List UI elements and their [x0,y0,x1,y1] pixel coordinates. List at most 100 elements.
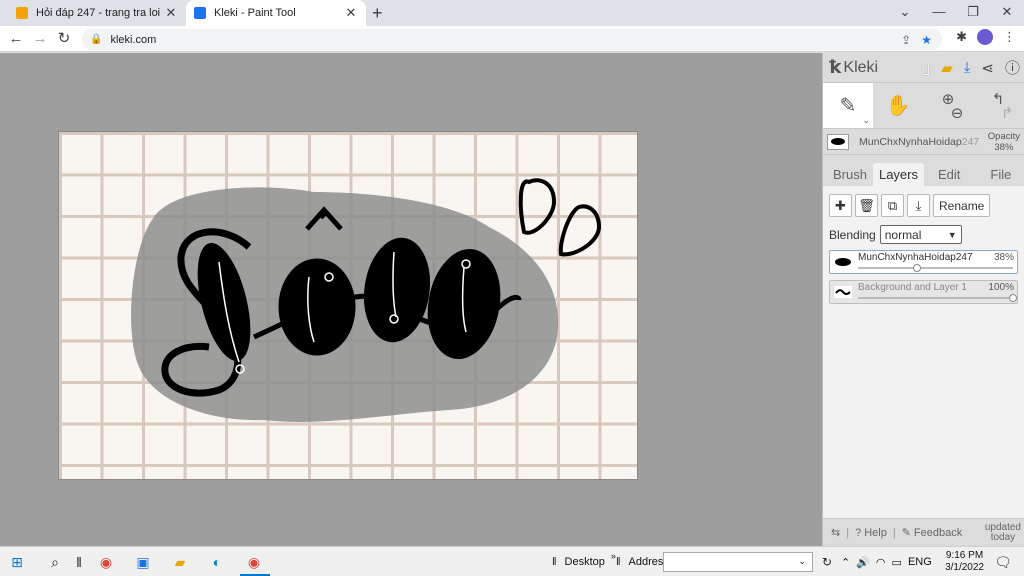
wifi-icon[interactable]: ◠ [876,556,886,569]
tab-search-chevron-icon[interactable]: ⌄ [888,0,922,26]
layer-name: Background and Layer 1 [858,282,967,293]
notifications-icon[interactable]: 🗨 [992,551,1014,573]
chevron-down-icon[interactable]: ⌄ [862,115,870,126]
zoom-tools: ⊕ ⊖ [923,83,973,128]
slider-knob[interactable] [912,264,921,272]
duplicate-icon: ⧉ [887,197,898,213]
address-toolbar: ‖ Address [616,556,669,568]
layer-opacity-slider[interactable] [858,294,1017,302]
layer-actions: ✚ 🗑 ⧉ ⤓ Rename [823,194,1024,217]
tab-kleki[interactable]: Kleki - Paint Tool ✕ [186,0,366,26]
chevron-down-icon[interactable]: ⌄ [798,556,806,567]
windows-start-icon[interactable]: ⊞ [6,551,28,573]
panel-footer: ⇆ | ? Help | ✎ Feedback updated today [823,518,1024,546]
blending-label: Blending [829,227,876,242]
close-icon[interactable]: ✕ [164,5,178,21]
slider-knob[interactable] [1009,294,1017,302]
share-icon[interactable]: ⋖ [981,59,994,77]
opacity-readout[interactable]: Opacity 38% [988,131,1024,153]
delete-layer-button[interactable]: 🗑 [855,194,878,217]
zoom-out-icon[interactable]: ⊖ [951,104,964,122]
trash-icon: 🗑 [858,197,875,213]
swap-sides-icon[interactable]: ⇆ [831,526,840,539]
duplicate-layer-button[interactable]: ⧉ [881,194,904,217]
help-circle-icon[interactable]: ⓘ [1005,57,1020,78]
share-icon[interactable]: ⇪ [901,33,911,47]
download-icon[interactable]: ⤓ [964,59,971,76]
close-icon[interactable]: ✕ [344,5,358,21]
taskbar-clock[interactable]: 9:16 PM 3/1/2022 [945,550,984,574]
blending-select[interactable]: normal ▼ [879,225,962,244]
arrow-left-icon[interactable]: ← [6,29,26,49]
kleki-favicon-icon [194,7,206,19]
lock-icon[interactable]: 🔒 [90,34,102,45]
url-text: kleki.com [110,33,157,46]
system-tray: ⌃ 🔊 ◠ ▭ ENG [841,547,932,576]
clock-time: 9:16 PM [945,550,984,561]
close-window-icon[interactable]: ✕ [990,0,1024,26]
battery-icon[interactable]: ▭ [892,556,902,569]
tool-row: ✎ ⌄ ✋ ⊕ ⊖ ↰ ↱ [823,83,1024,129]
language-indicator[interactable]: ENG [908,556,932,568]
layer-item[interactable]: Background and Layer 1 100% [829,280,1018,304]
merge-down-icon: ⤓ [915,197,922,213]
layer-item[interactable]: MunChxNynhaHoidap247 38% [829,250,1018,274]
folder-open-icon[interactable]: ▰ [941,59,953,77]
task-view-icon[interactable]: ‖ [68,551,90,573]
layer-thumbnail [834,286,852,298]
tab-brush[interactable]: Brush [827,163,873,186]
hoidap-favicon-icon [16,7,28,19]
desktop-toolbar[interactable]: ‖ Desktop » [552,547,616,576]
new-file-icon[interactable]: ▯ [922,59,930,77]
star-icon[interactable]: ★ [921,33,932,47]
opacity-value: 38% [994,141,1014,153]
drawing-canvas[interactable] [58,131,638,480]
hand-tool[interactable]: ✋ [873,83,923,128]
taskbar-address-input[interactable]: ⌄ [663,552,813,572]
kleki-logo[interactable]: ꝁ Kleki [829,57,878,78]
add-layer-button[interactable]: ✚ [829,194,852,217]
chevron-down-icon: ▼ [947,229,957,240]
layer-thumbnail [835,258,851,266]
chrome-icon[interactable]: ◉ [95,551,117,573]
tab-file[interactable]: File [984,163,1017,186]
kleki-header: ꝁ Kleki ▯ ▰ ⤓ ⋖ ⓘ [823,53,1024,83]
address-bar[interactable]: 🔒 kleki.com ⇪ ★ [82,29,942,50]
profile-avatar[interactable] [977,29,993,45]
new-tab-plus-icon[interactable]: + [372,4,383,22]
file-explorer-icon[interactable]: ▰ [169,551,191,573]
restore-icon[interactable]: ❐ [956,0,990,26]
puzzle-icon[interactable]: ✱ [956,29,967,45]
kleki-side-panel: ꝁ Kleki ▯ ▰ ⤓ ⋖ ⓘ ✎ ⌄ ✋ ⊕ ⊖ ↰ ↱ MunChxNy… [822,53,1024,546]
kebab-menu-icon[interactable]: ⋮ [1003,29,1016,45]
minimize-icon[interactable]: — [922,0,956,26]
updated-note[interactable]: updated today [985,522,1024,543]
layer-opacity-slider[interactable] [858,264,1013,272]
plus-icon: ✚ [835,197,846,213]
canvas-artwork [59,132,637,479]
layer-thumbnail [827,133,849,150]
tab-layers[interactable]: Layers [872,163,924,186]
layer-opacity: 100% [988,282,1014,293]
layers-panel: ✚ 🗑 ⧉ ⤓ Rename Blending normal ▼ MunChxN… [823,186,1024,542]
tab-edit[interactable]: Edit [932,163,966,186]
chrome-active-icon[interactable]: ◉ [243,551,265,573]
store-icon[interactable]: ▣ [132,551,154,573]
history-tools: ↰ ↱ [973,83,1023,128]
refresh-icon[interactable]: ↻ [816,551,838,573]
brush-tool[interactable]: ✎ ⌄ [823,83,873,128]
feedback-link[interactable]: Feedback [914,527,962,539]
volume-icon[interactable]: 🔊 [856,556,870,569]
drawing-workspace[interactable] [0,53,822,546]
redo-icon[interactable]: ↱ [1001,104,1014,122]
search-icon[interactable]: ⌕ [44,551,66,573]
edge-icon[interactable]: ◐ [206,551,228,573]
help-link[interactable]: Help [864,527,887,539]
arrow-right-icon[interactable]: → [30,29,50,49]
rename-layer-button[interactable]: Rename [933,194,991,217]
reload-icon[interactable]: ↻ [54,29,74,49]
tab-hoidap247[interactable]: Hỏi đáp 247 - trang tra loi ✕ [8,0,186,26]
show-hidden-icons-chevron-icon[interactable]: ⌃ [841,556,850,569]
merge-layer-button[interactable]: ⤓ [907,194,930,217]
browser-toolbar: ← → ↻ 🔒 kleki.com ⇪ ★ ✱ ⋮ [0,26,1024,52]
